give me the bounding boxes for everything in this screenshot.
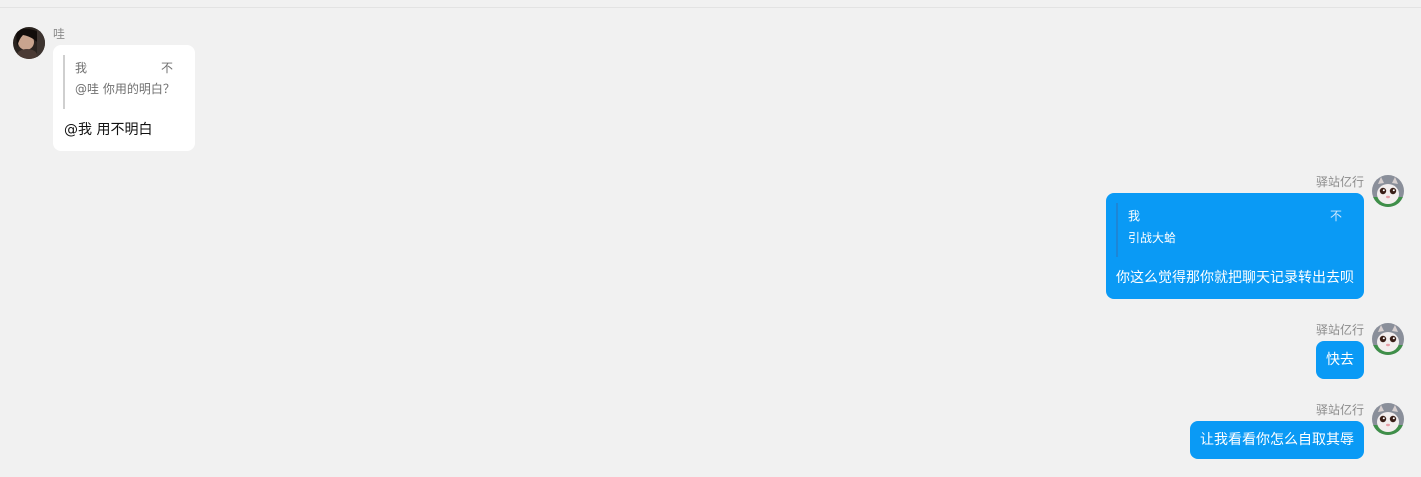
avatar[interactable] [13, 27, 45, 59]
avatar[interactable] [1372, 323, 1404, 355]
quote-text: @哇 你用的明白？ [75, 82, 175, 96]
quote-mark: 不 [160, 61, 173, 75]
message-bubble[interactable]: 让我看看你怎么自取其辱 [1190, 421, 1364, 459]
message-bubble[interactable]: 我 不 引战大蛤 你这么觉得那你就把聊天记录转出去呗 [1106, 193, 1364, 299]
avatar[interactable] [1372, 403, 1404, 435]
message-text: 快去 [1326, 352, 1354, 368]
sender-name: 驿站亿行 [1315, 323, 1364, 337]
cat-avatar-icon [1372, 403, 1404, 435]
message-bubble[interactable]: 我 不 @哇 你用的明白？ @我 用不明白 [53, 45, 195, 151]
message-text: 让我看看你怎么自取其辱 [1200, 432, 1354, 448]
message-text: 你这么觉得那你就把聊天记录转出去呗 [1116, 270, 1354, 286]
quoted-message[interactable]: 我 不 引战大蛤 [1116, 203, 1342, 257]
cat-avatar-icon [1372, 175, 1404, 207]
cat-avatar-icon [1372, 323, 1404, 355]
message-bubble[interactable]: 快去 [1316, 341, 1364, 379]
sender-name: 哇 [53, 27, 66, 41]
sender-name: 驿站亿行 [1315, 175, 1364, 189]
quote-sender: 我 [75, 61, 88, 75]
sender-name: 驿站亿行 [1315, 403, 1364, 417]
dark-portrait-avatar-icon [13, 27, 45, 59]
quoted-message[interactable]: 我 不 @哇 你用的明白？ [63, 55, 175, 109]
top-divider [0, 7, 1421, 8]
quote-text: 引战大蛤 [1128, 231, 1177, 245]
message-text: @我 用不明白 [64, 122, 153, 138]
quote-mark: 不 [1329, 209, 1342, 223]
avatar[interactable] [1372, 175, 1404, 207]
quote-sender: 我 [1128, 209, 1141, 223]
